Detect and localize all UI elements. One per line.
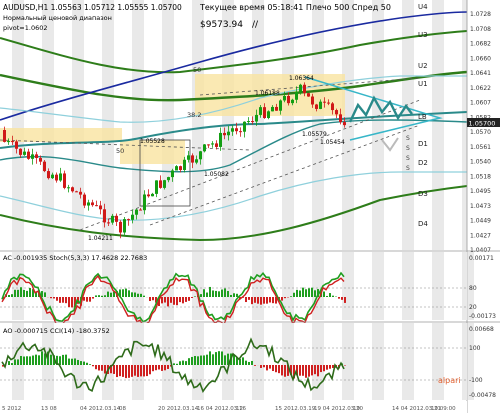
level-label: D1 [418,140,428,148]
balance-suffix: // [252,20,259,30]
price-tick: 1.0728 [470,11,491,18]
indicator-scale-tick: -0.00478 [469,392,496,399]
pivot-label: pivot=1.0602 [3,24,48,32]
server-time-label: Текущее время 05:18:41 Плечо 500 Спред 5… [199,3,391,12]
price-tick: 1.0449 [470,218,491,225]
price-tick: 1.0427 [470,232,491,239]
level-label: U3 [418,31,428,39]
level-label: U2 [418,62,428,70]
trading-chart-window[interactable]: 1.0728 1.0708 1.0682 1.0660 1.0641 1.0622 1.06… [0,0,500,413]
price-tick: 1.0641 [470,70,491,77]
price-tick: 1.0708 [470,26,491,33]
support-label: S [406,155,410,162]
price-tick: 1.0660 [470,55,491,62]
time-label: 19 [353,406,360,412]
time-label: 19 09:00 [431,406,456,412]
fibo-label: 50 [193,66,201,74]
range-subtitle: Нормальный ценовой диапазон [3,14,112,22]
indicator-scale-tick: -0.00173 [469,313,496,320]
price-annotation: 1.05454 [320,139,345,146]
price-tick: 1.0570 [470,129,491,136]
time-label: 15 2012.03.19 [275,406,316,412]
price-tick: 1.0540 [470,159,491,166]
price-tick: 1.0682 [470,41,491,48]
price-annotation: 1.04211 [88,235,113,242]
price-tick: 1.0561 [470,144,491,151]
price-tick: 1.0473 [470,203,491,210]
time-label: 13 08 [41,406,57,412]
level-label: U1 [418,80,428,88]
current-price-label: 1.05700 [469,120,496,128]
balance-label: $9573.94 [200,20,243,30]
indicator-scale-tick: -100 [469,377,483,384]
price-annotation: 1.05082 [204,171,229,178]
fibo-label: 38.2 [187,111,201,119]
level-label: LB [418,113,427,121]
time-label: 08 [119,406,126,412]
indicator-scale-tick: 0.00668 [469,326,494,333]
level-label: D4 [418,220,428,228]
support-label: S [406,145,410,152]
alpari-watermark: alpari [438,376,461,385]
indicator-scale-tick: 100 [469,345,481,352]
price-annotation: 1.06364 [289,75,314,82]
level-label: D3 [418,190,428,198]
level-label: D2 [418,159,428,167]
time-label: 12 [236,406,243,412]
price-annotation: 1.06188 [255,90,280,97]
price-annotation: 1.05579 [302,131,327,138]
support-label: S [406,135,410,142]
indicator-scale-tick: 0.00171 [469,255,494,262]
time-label: 5 2012 [2,406,21,412]
ao-label: AO -0.000715 CCI(14) -180.3752 [3,327,110,335]
symbol-info: AUDUSD,H1 1.05563 1.05712 1.05555 1.0570… [3,3,182,12]
stoch-label: AC -0.001935 Stoch(5,3,3) 17.4628 22.768… [3,254,147,262]
price-tick: 1.0607 [470,100,491,107]
fibo-zone-left [0,128,122,142]
price-tick: 1.0622 [470,85,491,92]
time-label: 20 2012.03.14 [158,406,199,412]
price-tick: 1.0495 [470,188,491,195]
time-label: 04 2012.03.14 [80,406,121,412]
price-scale-ticks: 1.0728 1.0708 1.0682 1.0660 1.0641 1.0622 1.06… [470,11,491,254]
indicator-scale-tick: 80 [469,285,477,292]
price-annotation: 1.05528 [140,138,165,145]
level-label: U4 [418,3,428,11]
price-tick: 1.0518 [470,173,491,180]
fibo-label: 50 [116,147,124,155]
support-label: S [406,165,410,172]
indicator-scale-tick: 20 [469,304,477,311]
